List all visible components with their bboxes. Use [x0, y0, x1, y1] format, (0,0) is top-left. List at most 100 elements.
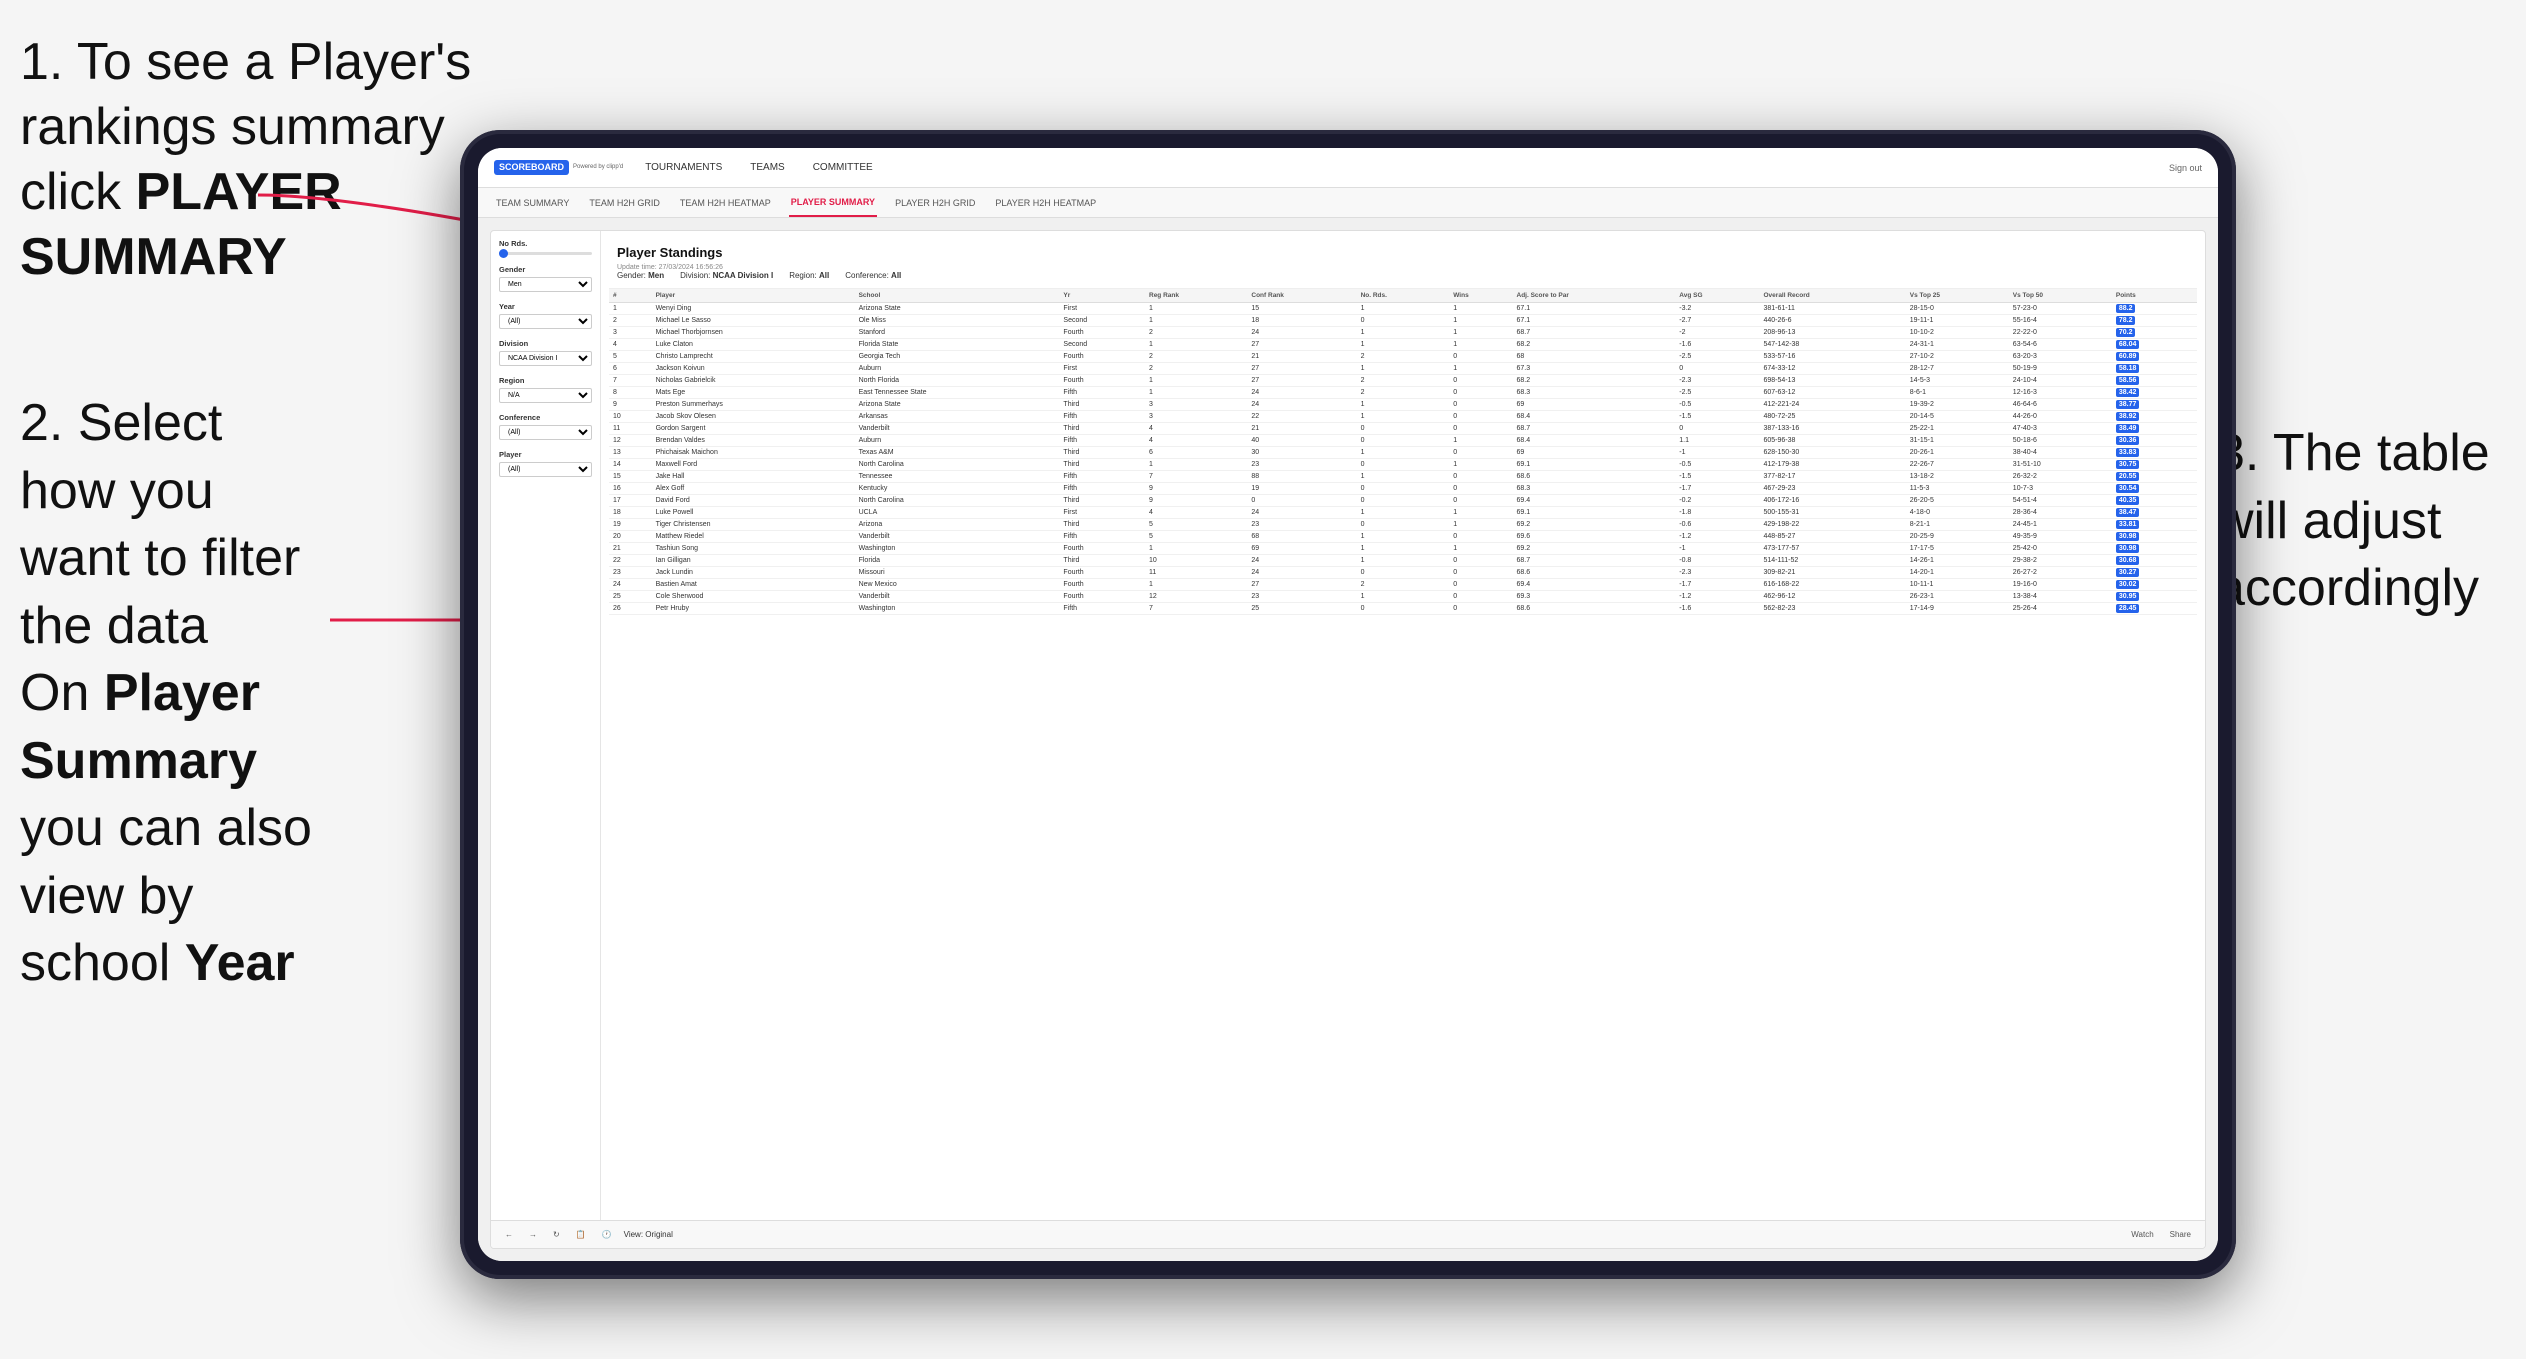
- filter-region: Region: All: [789, 271, 829, 280]
- subnav-team-summary[interactable]: TEAM SUMMARY: [494, 188, 571, 217]
- sub-nav: TEAM SUMMARY TEAM H2H GRID TEAM H2H HEAT…: [478, 188, 2218, 218]
- table-row[interactable]: 18 Luke Powell UCLA First 4 24 1 1 69.1 …: [609, 507, 2197, 519]
- toolbar-refresh[interactable]: ↻: [549, 1228, 564, 1241]
- region-select[interactable]: N/A: [499, 388, 592, 403]
- division-select[interactable]: NCAA Division I: [499, 351, 592, 366]
- logo-subtitle: Powered by clipp'd: [573, 164, 623, 170]
- player-section: Player (All): [499, 450, 592, 477]
- nav-teams[interactable]: TEAMS: [748, 162, 786, 173]
- subnav-player-h2h-heatmap[interactable]: PLAYER H2H HEATMAP: [993, 188, 1098, 217]
- subnav-player-summary[interactable]: PLAYER SUMMARY: [789, 188, 877, 217]
- division-section: Division NCAA Division I: [499, 339, 592, 366]
- gender-label: Gender: [499, 265, 592, 274]
- table-row[interactable]: 14 Maxwell Ford North Carolina Third 1 2…: [609, 459, 2197, 471]
- content-area: No Rds. Gender Men Year: [478, 218, 2218, 1261]
- table-row[interactable]: 12 Brendan Valdes Auburn Fifth 4 40 0 1 …: [609, 435, 2197, 447]
- table-row[interactable]: 7 Nicholas Gabrielcik North Florida Four…: [609, 375, 2197, 387]
- table-row[interactable]: 16 Alex Goff Kentucky Fifth 9 19 0 0 68.…: [609, 483, 2197, 495]
- table-row[interactable]: 2 Michael Le Sasso Ole Miss Second 1 18 …: [609, 315, 2197, 327]
- bottom-prefix: On: [20, 664, 104, 722]
- gender-select[interactable]: Men: [499, 277, 592, 292]
- gender-section: Gender Men: [499, 265, 592, 292]
- filter-conference: Conference: All: [845, 271, 901, 280]
- table-row[interactable]: 1 Wenyi Ding Arizona State First 1 15 1 …: [609, 303, 2197, 315]
- sidebar-filters: No Rds. Gender Men Year: [491, 231, 601, 1220]
- table-row[interactable]: 20 Matthew Riedel Vanderbilt Fifth 5 68 …: [609, 531, 2197, 543]
- table-row[interactable]: 21 Tashiun Song Washington Fourth 1 69 1…: [609, 543, 2197, 555]
- conference-label: Conference: [499, 413, 592, 422]
- col-conf-rank: Conf Rank: [1247, 289, 1356, 303]
- table-row[interactable]: 22 Ian Gilligan Florida Third 10 24 1 0 …: [609, 555, 2197, 567]
- top-nav: SCOREBOARD Powered by clipp'd TOURNAMENT…: [478, 148, 2218, 188]
- step3-annotation: 3. The table will adjust accordingly: [2216, 420, 2496, 623]
- table-row[interactable]: 25 Cole Sherwood Vanderbilt Fourth 12 23…: [609, 591, 2197, 603]
- table-row[interactable]: 8 Mats Ege East Tennessee State Fifth 1 …: [609, 387, 2197, 399]
- player-label: Player: [499, 450, 592, 459]
- table-row[interactable]: 23 Jack Lundin Missouri Fourth 11 24 0 0…: [609, 567, 2197, 579]
- table-row[interactable]: 24 Bastien Amat New Mexico Fourth 1 27 2…: [609, 579, 2197, 591]
- year-select[interactable]: (All): [499, 314, 592, 329]
- year-section: Year (All): [499, 302, 592, 329]
- col-reg-rank: Reg Rank: [1145, 289, 1247, 303]
- table-row[interactable]: 11 Gordon Sargent Vanderbilt Third 4 21 …: [609, 423, 2197, 435]
- year-label: Year: [499, 302, 592, 311]
- table-row[interactable]: 6 Jackson Koivun Auburn First 2 27 1 1 6…: [609, 363, 2197, 375]
- col-player: Player: [652, 289, 855, 303]
- standings-title: Player Standings: [617, 245, 2189, 260]
- toolbar-back[interactable]: ←: [501, 1228, 517, 1241]
- col-avg-sg: Avg SG: [1675, 289, 1759, 303]
- tablet-screen: SCOREBOARD Powered by clipp'd TOURNAMENT…: [478, 148, 2218, 1261]
- no-rds-label: No Rds.: [499, 239, 592, 248]
- table-row[interactable]: 19 Tiger Christensen Arizona Third 5 23 …: [609, 519, 2197, 531]
- col-top50: Vs Top 50: [2009, 289, 2112, 303]
- view-label: View: Original: [624, 1230, 673, 1239]
- bottom-toolbar: ← → ↻ 📋 🕐 View: Original Watch Share: [491, 1220, 2205, 1248]
- table-row[interactable]: 5 Christo Lamprecht Georgia Tech Fourth …: [609, 351, 2197, 363]
- toolbar-forward[interactable]: →: [525, 1228, 541, 1241]
- table-area: Player Standings Update time: 27/03/2024…: [601, 231, 2205, 1220]
- col-rank: #: [609, 289, 652, 303]
- nav-right: Sign out: [2169, 163, 2202, 173]
- no-rds-slider[interactable]: [499, 252, 592, 255]
- col-adj-score: Adj. Score to Par: [1513, 289, 1676, 303]
- toolbar-clock[interactable]: 🕐: [598, 1228, 616, 1241]
- conference-section: Conference (All): [499, 413, 592, 440]
- nav-tournaments[interactable]: TOURNAMENTS: [643, 162, 724, 173]
- nav-items: TOURNAMENTS TEAMS COMMITTEE: [643, 162, 2169, 173]
- logo-area: SCOREBOARD Powered by clipp'd: [494, 160, 623, 176]
- share-btn[interactable]: Share: [2166, 1228, 2195, 1241]
- table-row[interactable]: 3 Michael Thorbjornsen Stanford Fourth 2…: [609, 327, 2197, 339]
- subnav-player-h2h-grid[interactable]: PLAYER H2H GRID: [893, 188, 977, 217]
- tablet-device: SCOREBOARD Powered by clipp'd TOURNAMENT…: [460, 130, 2236, 1279]
- table-row[interactable]: 15 Jake Hall Tennessee Fifth 7 88 1 0 68…: [609, 471, 2197, 483]
- region-section: Region N/A: [499, 376, 592, 403]
- table-row[interactable]: 4 Luke Claton Florida State Second 1 27 …: [609, 339, 2197, 351]
- watch-btn[interactable]: Watch: [2127, 1228, 2157, 1241]
- filter-gender: Gender: Men: [617, 271, 664, 280]
- col-top25: Vs Top 25: [1906, 289, 2009, 303]
- nav-committee[interactable]: COMMITTEE: [811, 162, 875, 173]
- col-points: Points: [2112, 289, 2197, 303]
- table-row[interactable]: 17 David Ford North Carolina Third 9 0 0…: [609, 495, 2197, 507]
- inner-panel: No Rds. Gender Men Year: [490, 230, 2206, 1249]
- panel-header: Player Standings Update time: 27/03/2024…: [609, 239, 2197, 289]
- subnav-team-h2h-heatmap[interactable]: TEAM H2H HEATMAP: [678, 188, 773, 217]
- table-row[interactable]: 10 Jacob Skov Olesen Arkansas Fifth 3 22…: [609, 411, 2197, 423]
- no-rds-section: No Rds.: [499, 239, 592, 255]
- filter-row: Gender: Men Division: NCAA Division I Re…: [617, 271, 2189, 280]
- step2-annotation: 2. Select how you want to filter the dat…: [20, 390, 330, 660]
- step3-text: 3. The table will adjust accordingly: [2216, 424, 2490, 617]
- conference-select[interactable]: (All): [499, 425, 592, 440]
- table-row[interactable]: 9 Preston Summerhays Arizona State Third…: [609, 399, 2197, 411]
- bottom-bold2: Year: [185, 934, 295, 992]
- player-select[interactable]: (All): [499, 462, 592, 477]
- toolbar-copy[interactable]: 📋: [572, 1228, 590, 1241]
- panel-body: No Rds. Gender Men Year: [491, 231, 2205, 1220]
- sign-out-link[interactable]: Sign out: [2169, 163, 2202, 173]
- table-row[interactable]: 26 Petr Hruby Washington Fifth 7 25 0 0 …: [609, 603, 2197, 615]
- division-label: Division: [499, 339, 592, 348]
- subnav-team-h2h-grid[interactable]: TEAM H2H GRID: [587, 188, 662, 217]
- logo: SCOREBOARD: [494, 160, 569, 176]
- bottom-annotation: On Player Summary you can also view by s…: [20, 660, 330, 998]
- table-row[interactable]: 13 Phichaisak Maichon Texas A&M Third 6 …: [609, 447, 2197, 459]
